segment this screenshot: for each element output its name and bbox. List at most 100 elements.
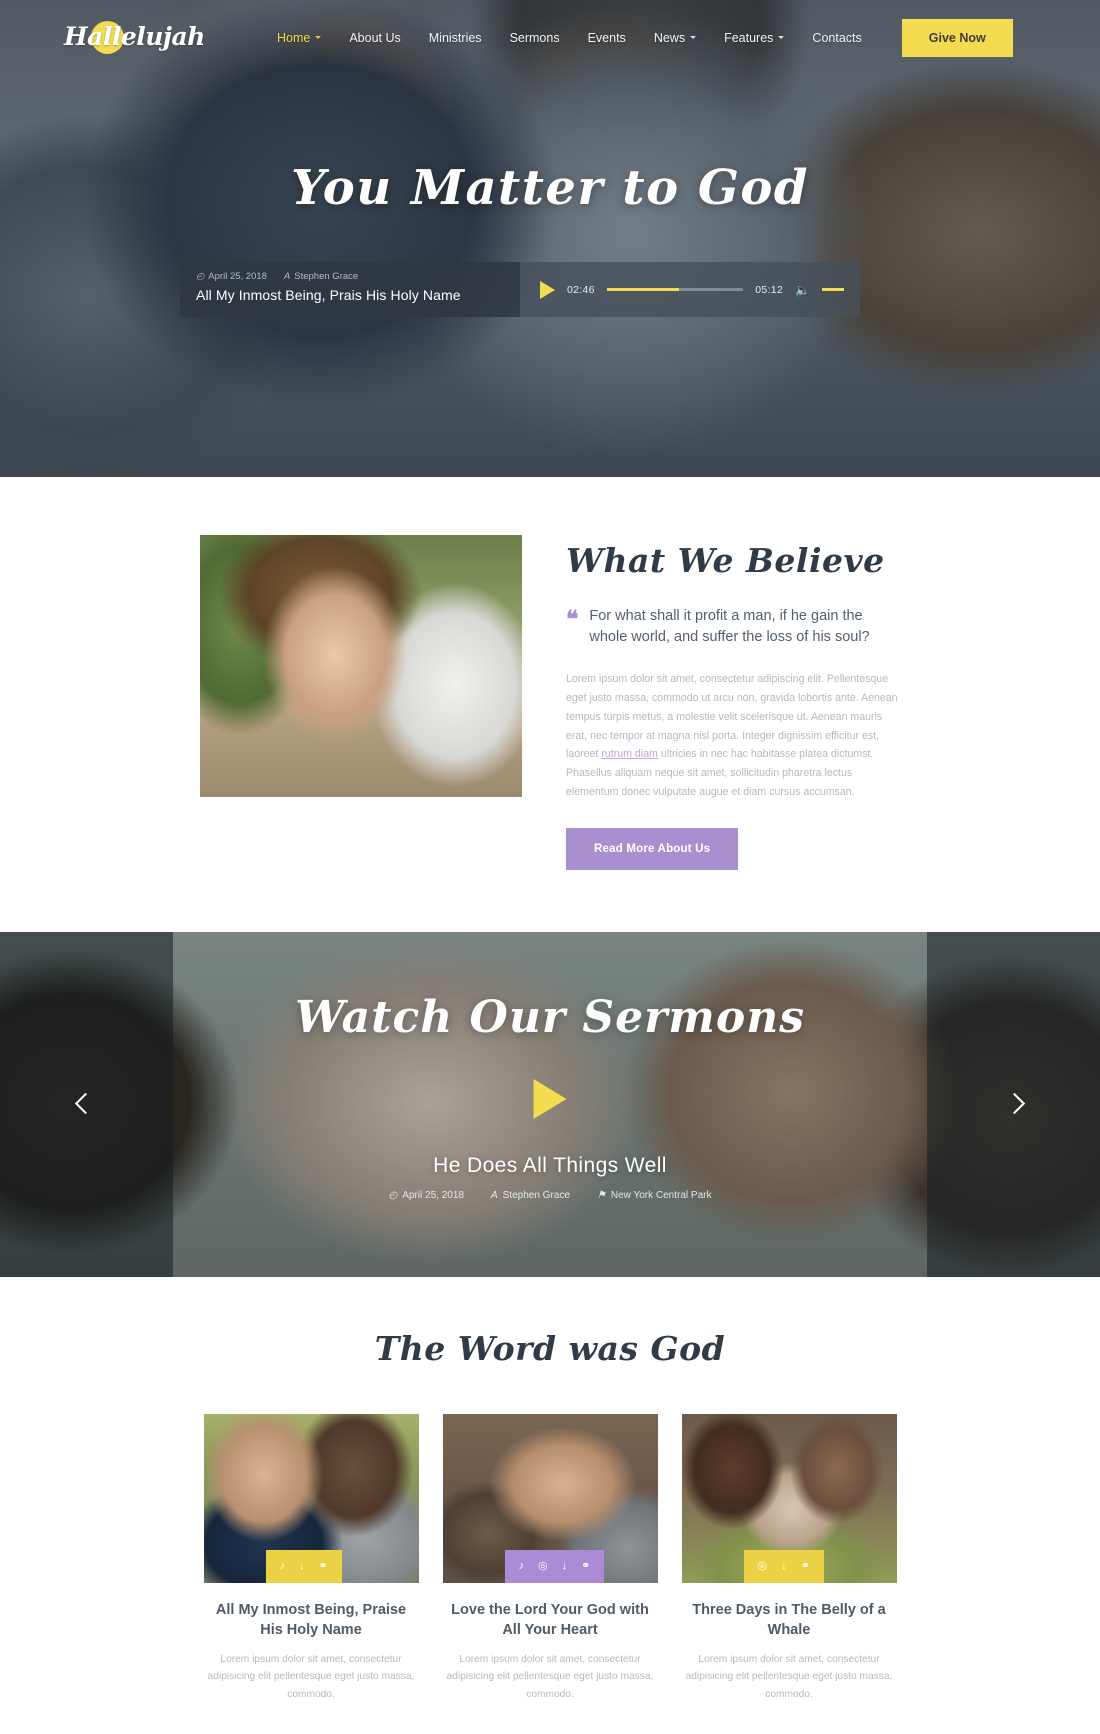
- audio-author: A Stephen Grace: [284, 271, 358, 282]
- volume-slider[interactable]: [822, 288, 844, 291]
- watch-sermons-section: Watch Our Sermons He Does All Things Wel…: [0, 931, 1100, 1277]
- nav-label: Ministries: [428, 30, 482, 45]
- sermon-location-text: New York Central Park: [610, 1189, 712, 1201]
- blog-card-excerpt: Lorem ipsum dolor sit amet, consectetur …: [207, 1653, 415, 1701]
- chevron-left-icon[interactable]: [74, 1088, 97, 1120]
- nav-item-home[interactable]: Home: [263, 25, 335, 51]
- blog-card-image: ♪ ◎ ↓ ⚭: [442, 1413, 658, 1583]
- believe-inline-link[interactable]: rutrum diam: [601, 748, 658, 760]
- believe-image: [200, 535, 522, 797]
- headphones-icon[interactable]: ♪: [280, 1560, 286, 1572]
- blog-card-title[interactable]: Three Days in The Belly of a Whale: [682, 1600, 897, 1640]
- play-circle-icon[interactable]: ◎: [538, 1560, 548, 1572]
- believe-quote-text: For what shall it profit a man, if he ga…: [589, 608, 870, 646]
- sermon-author-text: Stephen Grace: [502, 1189, 570, 1201]
- download-icon[interactable]: ↓: [299, 1560, 305, 1572]
- nav-label: Features: [724, 30, 774, 45]
- believe-heading: What We Believe: [566, 541, 885, 580]
- link-icon[interactable]: ⚭: [801, 1560, 810, 1572]
- audio-date: ◴ April 25, 2018: [196, 271, 267, 282]
- chevron-down-icon: [315, 36, 322, 39]
- nav-item-news[interactable]: News: [640, 25, 710, 51]
- blog-card-excerpt: Lorem ipsum dolor sit amet, consectetur …: [685, 1653, 893, 1701]
- clock-icon: ◴: [196, 271, 205, 282]
- audio-player-controls: 02:46 05:12 🔈: [520, 262, 860, 317]
- sermon-location: ⚑ New York Central Park: [597, 1190, 712, 1201]
- nav-item-events[interactable]: Events: [574, 25, 640, 51]
- sermon-date: ◴ April 25, 2018: [389, 1190, 464, 1201]
- user-icon: A: [283, 271, 291, 282]
- main-navigation: Home About Us Ministries Sermons Events …: [263, 25, 876, 51]
- nav-item-sermons[interactable]: Sermons: [496, 25, 574, 51]
- sermon-meta: ◴ April 25, 2018 A Stephen Grace ⚑ New Y…: [0, 1190, 1100, 1201]
- volume-icon[interactable]: 🔈: [795, 283, 810, 297]
- clock-icon: ◴: [388, 1189, 398, 1201]
- blog-card-actions: ♪ ↓ ⚭: [265, 1549, 342, 1583]
- link-icon[interactable]: ⚭: [319, 1560, 328, 1572]
- sermons-heading: Watch Our Sermons: [295, 991, 805, 1043]
- blog-card-image: ♪ ↓ ⚭: [203, 1413, 419, 1583]
- read-more-about-us-button[interactable]: Read More About Us: [566, 827, 739, 870]
- chevron-right-icon[interactable]: [1003, 1088, 1026, 1120]
- believe-paragraph: Lorem ipsum dolor sit amet, consectetur …: [566, 670, 900, 802]
- logo-text: Hallelujah: [64, 21, 205, 51]
- blog-card-title[interactable]: All My Inmost Being, Praise His Holy Nam…: [204, 1600, 419, 1640]
- nav-label: Home: [277, 30, 311, 45]
- site-logo[interactable]: Hallelujah: [60, 14, 205, 62]
- page-root: Hallelujah Home About Us Ministries Serm…: [0, 0, 1100, 1734]
- nav-item-about-us[interactable]: About Us: [335, 25, 414, 51]
- nav-label: News: [653, 30, 686, 45]
- blog-card-title[interactable]: Love the Lord Your God with All Your Hea…: [443, 1600, 658, 1640]
- blog-card[interactable]: ♪ ◎ ↓ ⚭ Love the Lord Your God with All …: [442, 1413, 658, 1704]
- blog-card-actions: ♪ ◎ ↓ ⚭: [504, 1549, 605, 1583]
- hero-section: Hallelujah Home About Us Ministries Serm…: [0, 0, 1100, 477]
- chevron-right-glyph: [1003, 1093, 1026, 1115]
- hero-title: You Matter to God: [291, 160, 809, 216]
- audio-player-meta: ◴ April 25, 2018 A Stephen Grace: [196, 271, 504, 282]
- headphones-icon[interactable]: ♪: [519, 1560, 525, 1572]
- sermon-date-text: April 25, 2018: [402, 1189, 464, 1201]
- user-icon: A: [490, 1189, 498, 1201]
- audio-date-text: April 25, 2018: [208, 271, 267, 282]
- download-icon[interactable]: ↓: [781, 1560, 787, 1572]
- audio-seek-fill: [606, 288, 680, 291]
- blog-card-actions: ◎ ↓ ⚭: [743, 1549, 824, 1583]
- play-icon[interactable]: [533, 1078, 567, 1119]
- play-icon[interactable]: [540, 280, 555, 299]
- audio-player-info: ◴ April 25, 2018 A Stephen Grace All My …: [180, 262, 520, 317]
- nav-item-features[interactable]: Features: [710, 25, 798, 51]
- word-was-god-section: The Word was God ♪ ↓ ⚭ All My Inmost Bei…: [0, 1276, 1100, 1734]
- believe-content: What We Believe ❝ For what shall it prof…: [566, 535, 900, 870]
- nav-label: Contacts: [812, 30, 862, 45]
- play-circle-icon[interactable]: ◎: [758, 1560, 768, 1572]
- download-icon[interactable]: ↓: [562, 1560, 568, 1572]
- blog-card-excerpt: Lorem ipsum dolor sit amet, consectetur …: [446, 1653, 654, 1701]
- nav-label: Events: [587, 30, 626, 45]
- chevron-down-icon: [690, 36, 697, 39]
- audio-seek-slider[interactable]: [606, 288, 744, 291]
- sermon-author: A Stephen Grace: [491, 1190, 570, 1201]
- give-now-button[interactable]: Give Now: [901, 18, 1013, 57]
- audio-duration: 05:12: [755, 283, 784, 296]
- nav-item-contacts[interactable]: Contacts: [798, 25, 875, 51]
- audio-author-text: Stephen Grace: [294, 271, 359, 282]
- blog-card[interactable]: ◎ ↓ ⚭ Three Days in The Belly of a Whale…: [681, 1413, 897, 1704]
- chevron-left-glyph: [74, 1093, 97, 1115]
- map-pin-icon: ⚑: [596, 1189, 606, 1201]
- audio-track-title: All My Inmost Being, Prais His Holy Name: [196, 287, 461, 303]
- nav-label: About Us: [349, 30, 401, 45]
- audio-current-time: 02:46: [567, 283, 595, 296]
- nav-item-ministries[interactable]: Ministries: [415, 25, 496, 51]
- quote-icon: ❝: [566, 606, 579, 633]
- blog-card-list: ♪ ↓ ⚭ All My Inmost Being, Praise His Ho…: [0, 1413, 1100, 1704]
- link-icon[interactable]: ⚭: [581, 1560, 590, 1572]
- audio-player: ◴ April 25, 2018 A Stephen Grace All My …: [180, 262, 860, 317]
- nav-label: Sermons: [509, 30, 560, 45]
- blog-card-image: ◎ ↓ ⚭: [681, 1413, 897, 1583]
- sermon-title: He Does All Things Well: [433, 1153, 667, 1177]
- believe-quote: ❝ For what shall it profit a man, if he …: [566, 606, 900, 648]
- site-header: Hallelujah Home About Us Ministries Serm…: [0, 0, 1100, 75]
- blog-heading: The Word was God: [374, 1328, 726, 1368]
- blog-card[interactable]: ♪ ↓ ⚭ All My Inmost Being, Praise His Ho…: [203, 1413, 419, 1704]
- chevron-down-icon: [778, 36, 785, 39]
